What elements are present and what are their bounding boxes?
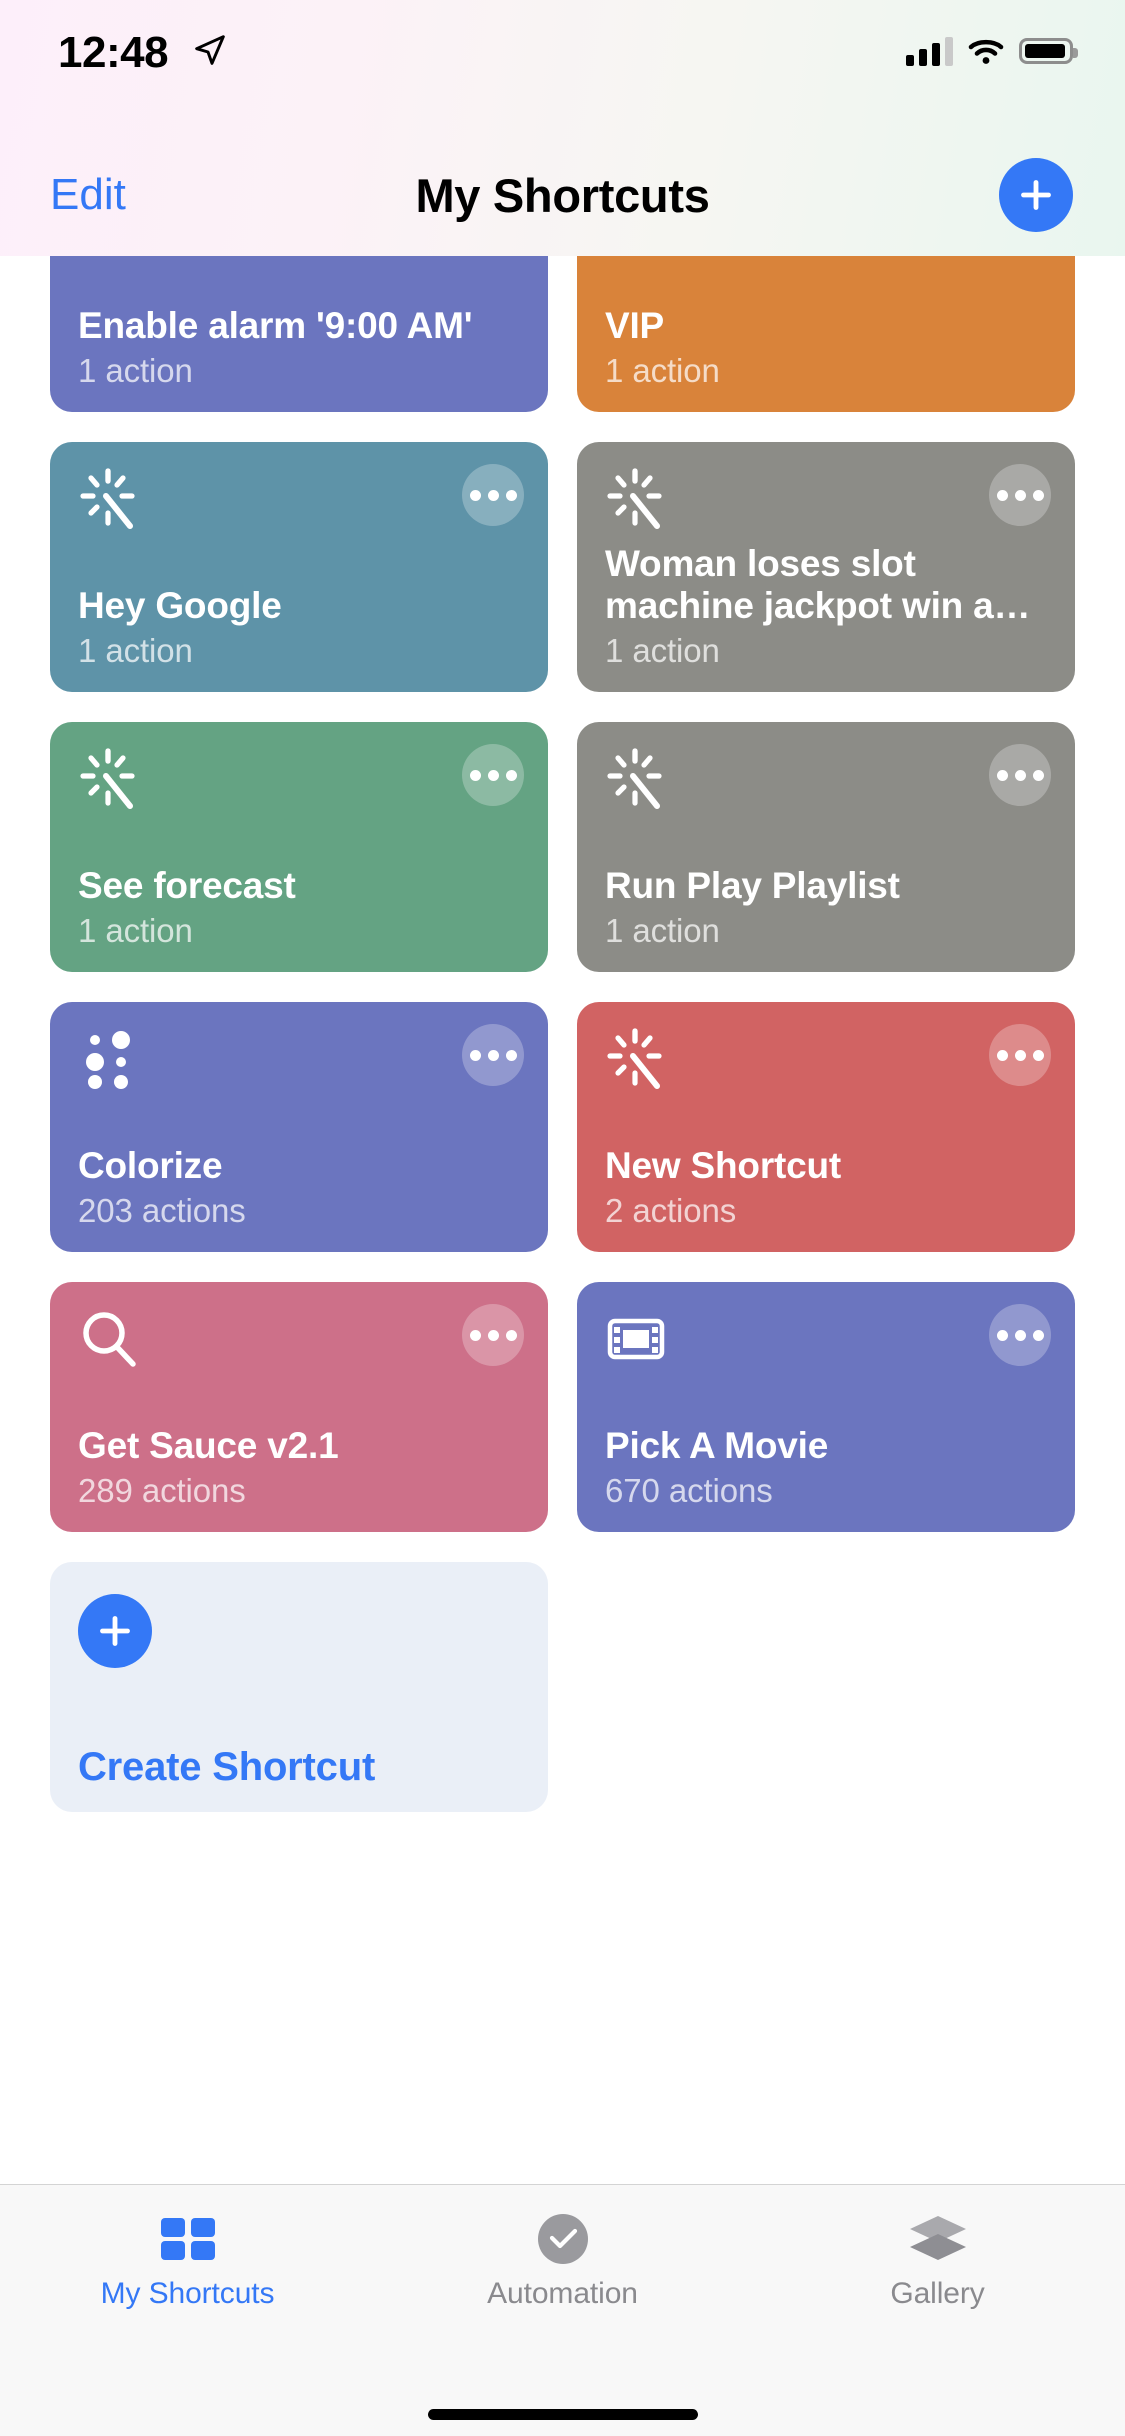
shortcut-action-count: 289 actions: [78, 1472, 246, 1509]
shortcut-title: Pick A Movie: [605, 1424, 829, 1466]
shortcut-action-count: 1 action: [78, 912, 193, 949]
add-shortcut-button[interactable]: [999, 158, 1073, 232]
shortcut-card[interactable]: Colorize 203 actions: [50, 1002, 548, 1252]
tab-bar: My Shortcuts Automation Gallery: [0, 2184, 1125, 2436]
grid-squares-icon: [155, 2211, 221, 2267]
shortcut-title: VIP: [605, 304, 665, 346]
film-strip-icon: [605, 1308, 667, 1370]
shortcut-card-text: Colorize 203 actions: [78, 1145, 520, 1230]
shortcut-card[interactable]: Run Play Playlist 1 action: [577, 722, 1075, 972]
ellipsis-icon[interactable]: [462, 1024, 524, 1086]
shortcut-card[interactable]: Get Sauce v2.1 289 actions: [50, 1282, 548, 1532]
location-arrow-icon: [194, 34, 226, 66]
tab-automation[interactable]: Automation: [375, 2185, 750, 2436]
magic-wand-icon: [78, 748, 140, 810]
shortcut-title: See forecast: [78, 864, 296, 906]
shortcut-card-text: Pick A Movie 670 actions: [605, 1425, 1047, 1510]
wifi-icon: [968, 39, 1004, 64]
create-shortcut-card[interactable]: Create Shortcut: [50, 1562, 548, 1812]
magic-wand-icon: [605, 748, 667, 810]
shortcut-card[interactable]: Enable alarm '9:00 AM' 1 action: [50, 256, 548, 412]
shortcut-action-count: 203 actions: [78, 1192, 246, 1229]
ellipsis-icon[interactable]: [989, 744, 1051, 806]
ellipsis-icon[interactable]: [462, 744, 524, 806]
home-indicator: [427, 2409, 698, 2420]
navigation-bar: Edit My Shortcuts: [0, 132, 1125, 256]
shortcut-title: Woman loses slot machine jackpot win a…: [605, 543, 1031, 626]
tab-gallery[interactable]: Gallery: [750, 2185, 1125, 2436]
plus-icon: [78, 1594, 152, 1668]
battery-icon: [1019, 38, 1078, 64]
shortcut-action-count: 2 actions: [605, 1192, 737, 1229]
magic-wand-icon: [605, 468, 667, 530]
shortcuts-scroll-area[interactable]: Enable alarm '9:00 AM' 1 action VIP 1 actio…: [0, 256, 1125, 2184]
shortcut-card-text: Run Play Playlist 1 action: [605, 865, 1047, 950]
create-shortcut-label: Create Shortcut: [78, 1745, 376, 1789]
ellipsis-icon[interactable]: [989, 464, 1051, 526]
shortcut-card[interactable]: Woman loses slot machine jackpot win a… 1…: [577, 442, 1075, 692]
tab-label: My Shortcuts: [100, 2277, 275, 2310]
shortcut-card-text: Get Sauce v2.1 289 actions: [78, 1425, 520, 1510]
search-icon: [78, 1308, 140, 1370]
shortcut-action-count: 1 action: [605, 352, 720, 389]
shortcut-title: Enable alarm '9:00 AM': [78, 304, 473, 346]
shortcut-card-text: Hey Google 1 action: [78, 585, 520, 670]
shortcut-card-text: See forecast 1 action: [78, 865, 520, 950]
shortcut-card[interactable]: VIP 1 action: [577, 256, 1075, 412]
shortcut-card[interactable]: See forecast 1 action: [50, 722, 548, 972]
ellipsis-icon[interactable]: [989, 1024, 1051, 1086]
status-indicators: [906, 36, 1078, 66]
shortcut-card[interactable]: Pick A Movie 670 actions: [577, 1282, 1075, 1532]
shortcut-title: Run Play Playlist: [605, 864, 900, 906]
shortcut-action-count: 1 action: [78, 352, 193, 389]
ellipsis-icon[interactable]: [989, 1304, 1051, 1366]
shortcut-action-count: 670 actions: [605, 1472, 773, 1509]
shortcut-card-text: Woman loses slot machine jackpot win a… 1…: [605, 543, 1047, 670]
shortcut-card-text: New Shortcut 2 actions: [605, 1145, 1047, 1230]
ellipsis-icon[interactable]: [462, 1304, 524, 1366]
shortcut-card-text: Enable alarm '9:00 AM' 1 action: [78, 305, 520, 390]
plus-icon: [1021, 180, 1051, 210]
shortcut-title: Colorize: [78, 1144, 223, 1186]
page-title: My Shortcuts: [415, 169, 710, 222]
halftone-dots-icon: [78, 1028, 140, 1090]
shortcut-card[interactable]: Hey Google 1 action: [50, 442, 548, 692]
tab-label: Gallery: [890, 2277, 985, 2310]
shortcut-title: New Shortcut: [605, 1144, 842, 1186]
shortcut-action-count: 1 action: [78, 632, 193, 669]
ellipsis-icon[interactable]: [462, 464, 524, 526]
cellular-signal-icon: [906, 36, 953, 66]
shortcut-action-count: 1 action: [605, 912, 720, 949]
tab-label: Automation: [487, 2277, 638, 2310]
magic-wand-icon: [605, 1028, 667, 1090]
clock-check-icon: [530, 2211, 596, 2267]
shortcut-title: Get Sauce v2.1: [78, 1424, 339, 1466]
layers-icon: [905, 2211, 971, 2267]
shortcut-title: Hey Google: [78, 584, 282, 626]
status-time: 12:48: [58, 28, 169, 77]
shortcuts-grid: Enable alarm '9:00 AM' 1 action VIP 1 actio…: [0, 256, 1125, 1812]
shortcut-action-count: 1 action: [605, 632, 720, 669]
status-bar: 12:48: [0, 0, 1125, 132]
tab-my-shortcuts[interactable]: My Shortcuts: [0, 2185, 375, 2436]
magic-wand-icon: [78, 468, 140, 530]
shortcut-card-text: VIP 1 action: [605, 305, 1047, 390]
shortcuts-app-screen: 12:48 Edit My Shortcuts Enable alarm '9:…: [0, 0, 1125, 2436]
shortcut-card[interactable]: New Shortcut 2 actions: [577, 1002, 1075, 1252]
